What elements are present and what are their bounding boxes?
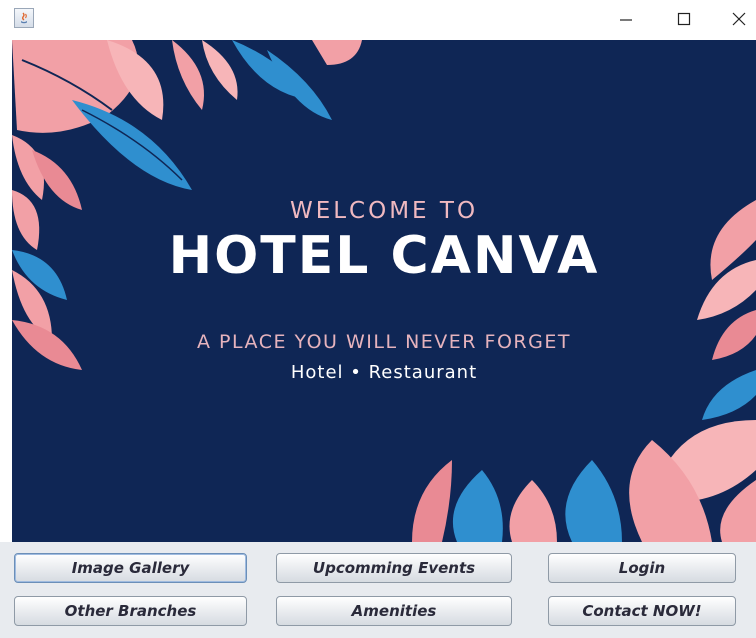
maximize-icon	[677, 12, 691, 26]
minimize-icon	[620, 19, 632, 21]
minimize-button[interactable]	[603, 4, 649, 34]
tagline-text: A PLACE YOU WILL NEVER FORGET	[197, 331, 571, 353]
contact-now-button[interactable]: Contact NOW!	[548, 596, 736, 626]
close-button[interactable]	[716, 4, 756, 34]
app-window: WELCOME TO HOTEL CANVA A PLACE YOU WILL …	[0, 0, 756, 638]
bottom-right-leaves	[412, 420, 756, 542]
maximize-button[interactable]	[661, 4, 707, 34]
upcoming-events-button[interactable]: Upcomming Events	[276, 553, 512, 583]
welcome-banner: WELCOME TO HOTEL CANVA A PLACE YOU WILL …	[12, 40, 756, 542]
button-panel: Image Gallery Upcomming Events Login Oth…	[0, 542, 756, 638]
image-gallery-button[interactable]: Image Gallery	[14, 553, 247, 583]
title-bar	[0, 0, 756, 38]
login-button[interactable]: Login	[548, 553, 736, 583]
hotel-name-title: HOTEL CANVA	[168, 226, 600, 286]
welcome-heading: WELCOME TO	[289, 198, 479, 224]
other-branches-button[interactable]: Other Branches	[14, 596, 247, 626]
tropical-leaves-decoration	[12, 40, 756, 542]
close-icon	[732, 12, 746, 26]
services-text: Hotel • Restaurant	[290, 362, 478, 383]
amenities-button[interactable]: Amenities	[276, 596, 512, 626]
java-app-icon	[14, 8, 34, 28]
